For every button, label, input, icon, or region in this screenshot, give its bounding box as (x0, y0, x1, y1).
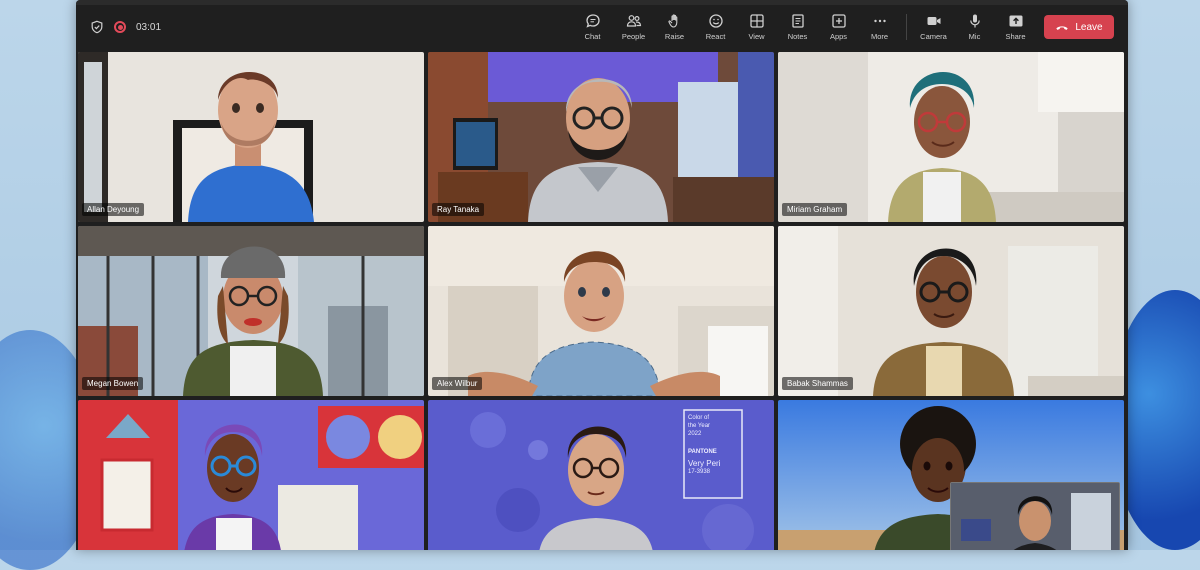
poster-line3: 2022 (688, 431, 702, 437)
notes-label: Notes (787, 32, 808, 41)
toolbar-divider (906, 14, 907, 40)
people-icon (626, 15, 641, 27)
chat-label: Chat (584, 32, 601, 41)
camera-icon (927, 17, 940, 25)
raise-hand-icon (667, 14, 677, 28)
share-button[interactable]: Share (995, 5, 1036, 49)
poster-line2: the Year (688, 423, 711, 429)
people-button[interactable]: People (613, 5, 654, 49)
more-label: More (870, 32, 889, 41)
people-label: People (621, 32, 646, 41)
poster-code: 17-3938 (688, 469, 711, 475)
participant-tile[interactable]: Miriam Graham (778, 52, 1124, 222)
more-button[interactable]: More (859, 5, 900, 49)
grid-view-icon (749, 14, 764, 28)
avatar-video (428, 52, 774, 222)
mic-button[interactable]: Mic (954, 5, 995, 49)
participant-tile[interactable]: Megan Bowen (78, 226, 424, 396)
avatar-video (78, 226, 424, 396)
avatar-video (78, 52, 424, 222)
pantone-poster: Color of the Year 2022 PANTONE Very Peri… (688, 414, 740, 476)
participant-tile[interactable]: Alex Wilbur (428, 226, 774, 396)
avatar-video (778, 52, 1124, 222)
notes-button[interactable]: Notes (777, 5, 818, 49)
meeting-toolbar: 03:01 Chat People Raise React View Notes… (76, 5, 1128, 49)
self-view-avatar (951, 483, 1119, 550)
mic-icon (969, 14, 980, 28)
participant-tile[interactable]: Allan Deyoung (78, 52, 424, 222)
raise-hand-button[interactable]: Raise (654, 5, 695, 49)
participant-tile[interactable] (778, 400, 1124, 550)
share-label: Share (1005, 32, 1026, 41)
hang-up-icon (1056, 26, 1069, 30)
smiley-icon (708, 14, 723, 28)
participant-grid: Allan Deyoung Ray Tanaka Miriam Graham M… (78, 52, 1126, 550)
react-label: React (705, 32, 726, 41)
apps-label: Apps (829, 32, 848, 41)
camera-button[interactable]: Camera (913, 5, 954, 49)
participant-tile[interactable]: Babak Shammas (778, 226, 1124, 396)
self-view-video[interactable] (950, 482, 1120, 550)
raise-hand-label: Raise (664, 32, 685, 41)
avatar-video (778, 226, 1124, 396)
shield-icon (91, 20, 103, 34)
react-button[interactable]: React (695, 5, 736, 49)
meeting-window: 03:01 Chat People Raise React View Notes… (76, 0, 1128, 550)
participant-name: Megan Bowen (82, 377, 144, 390)
participant-tile[interactable] (78, 400, 424, 550)
leave-label: Leave (1075, 21, 1103, 33)
meeting-status: 03:01 (90, 20, 161, 34)
apps-icon (831, 14, 846, 28)
more-icon (873, 19, 886, 23)
participant-tile[interactable]: Ray Tanaka (428, 52, 774, 222)
avatar-video (428, 226, 774, 396)
meeting-timer: 03:01 (136, 21, 162, 33)
chat-icon (585, 14, 600, 28)
toolbar-actions: Chat People Raise React View Notes Apps … (572, 5, 1128, 49)
mic-label: Mic (968, 32, 981, 41)
share-icon (1009, 15, 1022, 27)
leave-button[interactable]: Leave (1044, 15, 1114, 39)
poster-brand: PANTONE (688, 449, 717, 455)
poster-line1: Color of (688, 415, 710, 421)
participant-name: Allan Deyoung (82, 203, 145, 216)
poster-color-name: Very Peri (688, 459, 721, 468)
participant-tile[interactable]: Color of the Year 2022 PANTONE Very Peri… (428, 400, 774, 550)
view-label: View (748, 32, 765, 41)
camera-label: Camera (920, 32, 947, 41)
view-button[interactable]: View (736, 5, 777, 49)
participant-name: Alex Wilbur (432, 377, 483, 390)
apps-button[interactable]: Apps (818, 5, 859, 49)
avatar-video (78, 400, 424, 550)
participant-name: Ray Tanaka (432, 203, 485, 216)
notes-icon (791, 14, 804, 28)
chat-button[interactable]: Chat (572, 5, 613, 49)
participant-name: Babak Shammas (782, 377, 853, 390)
recording-icon (114, 21, 126, 33)
participant-name: Miriam Graham (782, 203, 848, 216)
